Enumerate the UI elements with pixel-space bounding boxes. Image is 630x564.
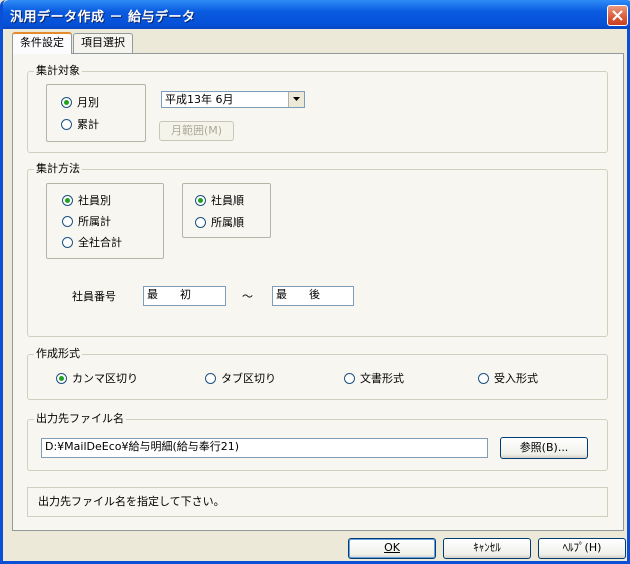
radio-document-format-label: 文書形式: [360, 372, 404, 385]
radio-by-department-dot[interactable]: [62, 216, 73, 227]
radio-cumulative-label: 累計: [77, 118, 99, 131]
output-group-label: 出力先ファイル名: [34, 412, 126, 426]
month-range-button[interactable]: 月範囲(M): [159, 121, 234, 141]
ok-button-label: OK: [384, 541, 400, 554]
close-icon: [612, 10, 623, 21]
employee-from-field[interactable]: 最 初: [143, 286, 226, 306]
status-message: 出力先ファイル名を指定して下さい。: [38, 495, 225, 508]
employee-from-value: 最 初: [147, 288, 191, 301]
dialog-window: 汎用データ作成 － 給与データ 条件設定 項目選択 集計対象 月別 累計 平成1…: [0, 0, 630, 564]
radio-tab-separated-label: タブ区切り: [221, 372, 276, 385]
status-message-box: 出力先ファイル名を指定して下さい。: [27, 487, 608, 517]
cancel-button[interactable]: ｷｬﾝｾﾙ: [443, 538, 531, 559]
radio-tab-separated-dot[interactable]: [205, 373, 216, 384]
radio-comma-separated-dot[interactable]: [56, 373, 67, 384]
help-button-label: ﾍﾙﾌﾟ(H): [562, 541, 602, 554]
radio-document-format-dot[interactable]: [344, 373, 355, 384]
radio-cumulative-dot[interactable]: [61, 119, 72, 130]
output-path-value: D:¥MailDeEco¥給与明細(給与奉行21): [45, 440, 240, 453]
browse-button[interactable]: 参照(B)...: [500, 437, 588, 459]
radio-import-format-dot[interactable]: [478, 373, 489, 384]
cancel-button-label: ｷｬﾝｾﾙ: [473, 541, 501, 554]
radio-by-employee-dot[interactable]: [62, 195, 73, 206]
period-select[interactable]: 平成13年 6月: [161, 91, 305, 108]
radio-employee-order-label: 社員順: [211, 194, 244, 207]
dropdown-arrow[interactable]: [288, 92, 304, 107]
radio-employee-order-dot[interactable]: [195, 195, 206, 206]
employee-number-label: 社員番号: [72, 290, 116, 303]
period-select-value: 平成13年 6月: [165, 93, 234, 106]
radio-by-employee-label: 社員別: [78, 194, 111, 207]
target-options-box: [46, 84, 146, 142]
radio-department-order-label: 所属順: [211, 216, 244, 229]
close-button[interactable]: [607, 5, 628, 26]
employee-to-value: 最 後: [276, 288, 320, 301]
employee-to-field[interactable]: 最 後: [272, 286, 354, 306]
radio-company-total-label: 全社合計: [78, 236, 122, 249]
radio-monthly-label: 月別: [77, 96, 99, 109]
target-group-label: 集計対象: [34, 64, 82, 78]
tab-conditions-label: 条件設定: [20, 36, 64, 49]
tab-item-select[interactable]: 項目選択: [73, 33, 133, 53]
output-path-field[interactable]: D:¥MailDeEco¥給与明細(給与奉行21): [41, 438, 488, 458]
browse-button-label: 参照(B)...: [519, 441, 569, 454]
radio-comma-separated-label: カンマ区切り: [72, 372, 138, 385]
format-group-label: 作成形式: [34, 347, 82, 361]
month-range-button-label: 月範囲(M): [170, 124, 223, 137]
help-button[interactable]: ﾍﾙﾌﾟ(H): [538, 538, 626, 559]
method-group-label: 集計方法: [34, 162, 82, 176]
window-title: 汎用データ作成 － 給与データ: [10, 10, 196, 25]
tab-conditions[interactable]: 条件設定: [12, 32, 72, 54]
chevron-down-icon: [293, 97, 300, 101]
radio-monthly-dot[interactable]: [61, 97, 72, 108]
radio-by-department-label: 所属計: [78, 215, 111, 228]
radio-import-format-label: 受入形式: [494, 372, 538, 385]
radio-company-total-dot[interactable]: [62, 237, 73, 248]
tab-item-select-label: 項目選択: [81, 36, 125, 49]
title-bar[interactable]: 汎用データ作成 － 給与データ: [3, 0, 630, 29]
radio-department-order-dot[interactable]: [195, 217, 206, 228]
ok-button[interactable]: OK: [348, 538, 436, 559]
range-separator: ～: [242, 290, 253, 303]
